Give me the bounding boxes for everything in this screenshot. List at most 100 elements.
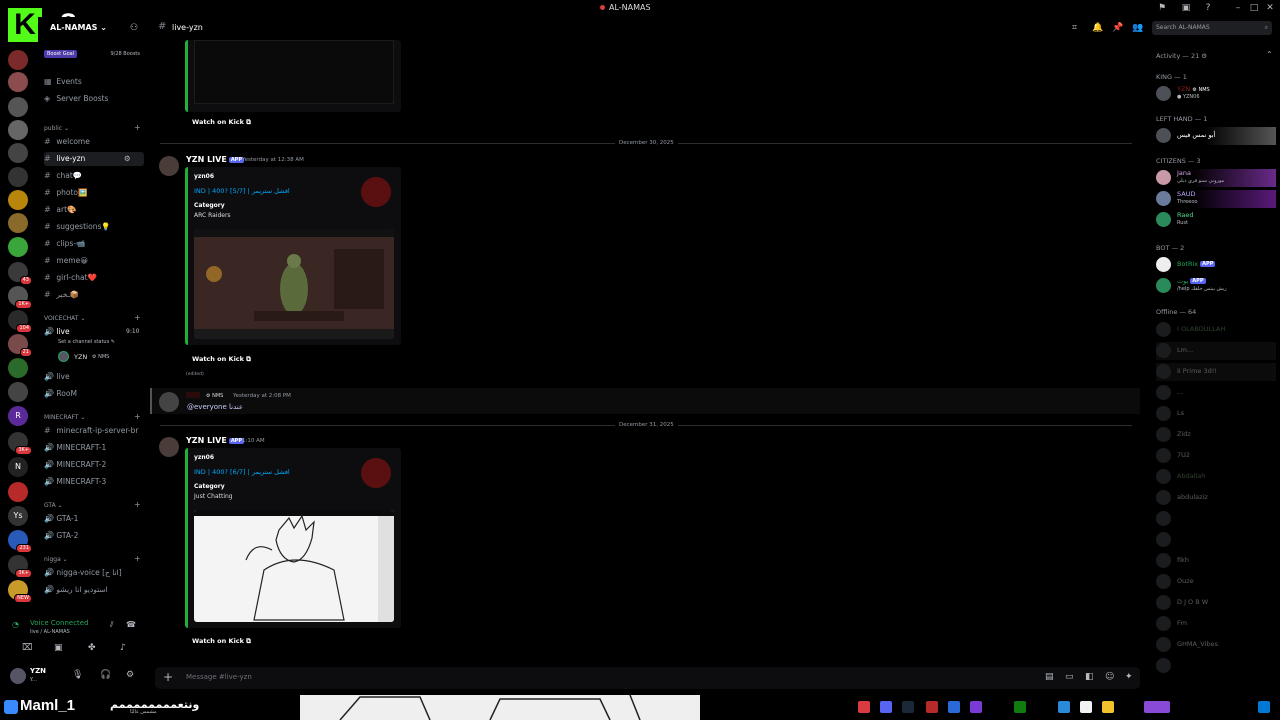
server-name-header[interactable]: AL-NAMAS ⌄ (50, 23, 107, 32)
embed-channel[interactable]: yzn06 (194, 173, 214, 180)
voice-channel-minecraft-3[interactable]: 🔊 MINECRAFT-3 (44, 475, 144, 489)
app-tray-icon[interactable] (1144, 701, 1170, 713)
server-icon[interactable]: N (8, 457, 28, 477)
xbox-icon[interactable] (1014, 701, 1026, 713)
message-author[interactable]: YZN LIVE APP (186, 155, 245, 164)
add-channel-icon[interactable]: + (134, 123, 141, 132)
add-user-icon[interactable]: ⚇ (130, 23, 138, 33)
server-icon[interactable]: R (8, 406, 28, 426)
boost-goal-bar[interactable]: Boost Goal 9/28 Boosts (44, 48, 140, 61)
app-tray-icon[interactable] (858, 701, 870, 713)
channel-status[interactable]: Set a channel status ✎ (58, 339, 115, 345)
emoji-icon[interactable]: ☺ (1105, 672, 1114, 682)
server-icon[interactable]: 3K+ (8, 432, 32, 455)
member-row[interactable]: Ouze (1156, 573, 1276, 591)
member-row[interactable] (1156, 531, 1276, 549)
stream-thumbnail[interactable] (194, 40, 394, 104)
minimize-icon[interactable]: – (1232, 2, 1244, 14)
channel-suggestions[interactable]: # suggestions💡 (44, 220, 144, 234)
message-composer[interactable]: + Message #live-yzn ▤ ▭ ◧ ☺ ✦ (155, 667, 1140, 689)
inbox-icon[interactable]: ⚑ (1156, 2, 1168, 14)
member-row[interactable]: أبو نمس فيس (1156, 127, 1276, 145)
server-icon[interactable] (8, 482, 28, 502)
server-icon[interactable] (8, 50, 28, 70)
member-row[interactable]: GHMA_Vibes (1156, 636, 1276, 654)
camera-icon[interactable]: ⌧ (22, 643, 32, 653)
avatar[interactable] (10, 668, 26, 684)
channel-clips[interactable]: # clips-📹 (44, 237, 144, 251)
server-icon[interactable]: 21 (8, 334, 32, 357)
member-row[interactable] (1156, 510, 1276, 528)
channel-photo[interactable]: # photo🖼️ (44, 186, 144, 200)
server-icon[interactable]: NEW (8, 580, 32, 603)
member-row[interactable]: Lm... (1156, 342, 1276, 360)
server-icon[interactable] (8, 213, 28, 233)
channel-welcome[interactable]: # welcome (44, 135, 144, 149)
member-row[interactable]: fikh (1156, 552, 1276, 570)
folder-icon[interactable] (1102, 701, 1114, 713)
avatar[interactable] (159, 392, 179, 412)
channel-minecraft-ip[interactable]: # minecraft-ip-server-br (44, 424, 144, 438)
window-icon[interactable]: ▣ (1180, 2, 1192, 14)
voice-channel-minecraft-2[interactable]: 🔊 MINECRAFT-2 (44, 458, 144, 472)
channel-chat[interactable]: # chat💬 (44, 169, 144, 183)
threads-icon[interactable]: ⌗ (1072, 23, 1077, 33)
server-icon[interactable] (8, 97, 28, 117)
app-tray-icon[interactable] (970, 701, 982, 713)
add-channel-icon[interactable]: + (134, 313, 141, 322)
member-row[interactable]: Raed Rust (1156, 211, 1276, 229)
member-row[interactable]: BotRix APP (1156, 256, 1276, 274)
server-icon[interactable]: 1K+ (8, 286, 32, 309)
member-row[interactable]: Zidz (1156, 426, 1276, 444)
category-minecraft[interactable]: MINECRAFT ⌄ (44, 414, 85, 421)
server-icon[interactable]: 43 (8, 262, 32, 285)
soundboard-icon[interactable]: ♪ (120, 643, 126, 653)
member-row[interactable]: Jana موروني سنو فري دبلي (1156, 169, 1276, 187)
microphone-icon[interactable]: 🎙 (72, 670, 83, 680)
channel-live-yzn[interactable]: # live-yzn ⚙ (44, 152, 144, 166)
headphones-icon[interactable]: 🎧 (100, 670, 111, 680)
embed-title-link[interactable]: IND | 400? [6/7] | افشل ستريمر (194, 468, 290, 476)
add-attachment-icon[interactable]: + (163, 670, 173, 684)
member-row[interactable]: Ls (1156, 405, 1276, 423)
server-icon[interactable] (8, 167, 28, 187)
add-channel-icon[interactable]: + (134, 500, 141, 509)
embed-title-link[interactable]: IND | 400? [5/7] | افشل ستريمر (194, 187, 290, 195)
server-icon[interactable] (8, 237, 28, 257)
stream-thumbnail[interactable] (194, 229, 394, 339)
channel-art[interactable]: # art🎨 (44, 203, 144, 217)
channel-settings-icon[interactable]: ⚙ (124, 152, 131, 166)
message-author[interactable]: YZN LIVE APP (186, 436, 245, 445)
disconnect-icon[interactable]: ☎ (126, 620, 136, 629)
maximize-icon[interactable]: □ (1248, 2, 1260, 14)
add-channel-icon[interactable]: + (134, 412, 141, 421)
steam-icon[interactable] (902, 701, 914, 713)
user-settings-icon[interactable]: ⚙ (126, 670, 134, 680)
app-tray-icon[interactable] (1058, 701, 1070, 713)
member-row[interactable]: بوت APP /help ريش بيتس خلقك (1156, 277, 1276, 295)
server-icon[interactable]: Ys (8, 506, 28, 526)
voice-channel-nigga-voice[interactable]: 🔊 nigga-voice [انا ج] (44, 566, 144, 580)
watch-on-kick-button[interactable]: Watch on Kick ⧉ (192, 355, 251, 364)
add-channel-icon[interactable]: + (134, 554, 141, 563)
author-name-redacted[interactable] (186, 392, 200, 398)
server-icon[interactable] (8, 72, 28, 92)
voice-member[interactable]: YZN ⚙ NMS (58, 351, 138, 363)
server-icon[interactable] (8, 382, 28, 402)
browser-icon[interactable] (948, 701, 960, 713)
member-row[interactable]: Ii Prime 3d!! (1156, 363, 1276, 381)
server-icon[interactable]: 231 (8, 530, 32, 553)
member-row[interactable]: ... (1156, 384, 1276, 402)
voice-channel-studio[interactable]: 🔊 استوديو انا ريشو (44, 583, 144, 597)
member-row[interactable]: SAUD Threeoo (1156, 190, 1276, 208)
screen-share-icon[interactable]: ▣ (54, 643, 63, 653)
gif-icon[interactable]: ▭ (1065, 672, 1074, 682)
voice-channel-room[interactable]: 🔊 RooM (44, 387, 144, 401)
server-icon[interactable]: 3K+ (8, 555, 32, 578)
notification-bell-icon[interactable]: 🔔 (1092, 23, 1103, 33)
noise-suppression-icon[interactable]: ⫽ (110, 620, 114, 630)
pin-icon[interactable]: 📌 (1112, 23, 1123, 33)
stream-thumbnail[interactable] (194, 510, 394, 622)
start-icon[interactable] (1258, 701, 1270, 713)
collapse-icon[interactable]: ⌃ (1266, 50, 1273, 59)
